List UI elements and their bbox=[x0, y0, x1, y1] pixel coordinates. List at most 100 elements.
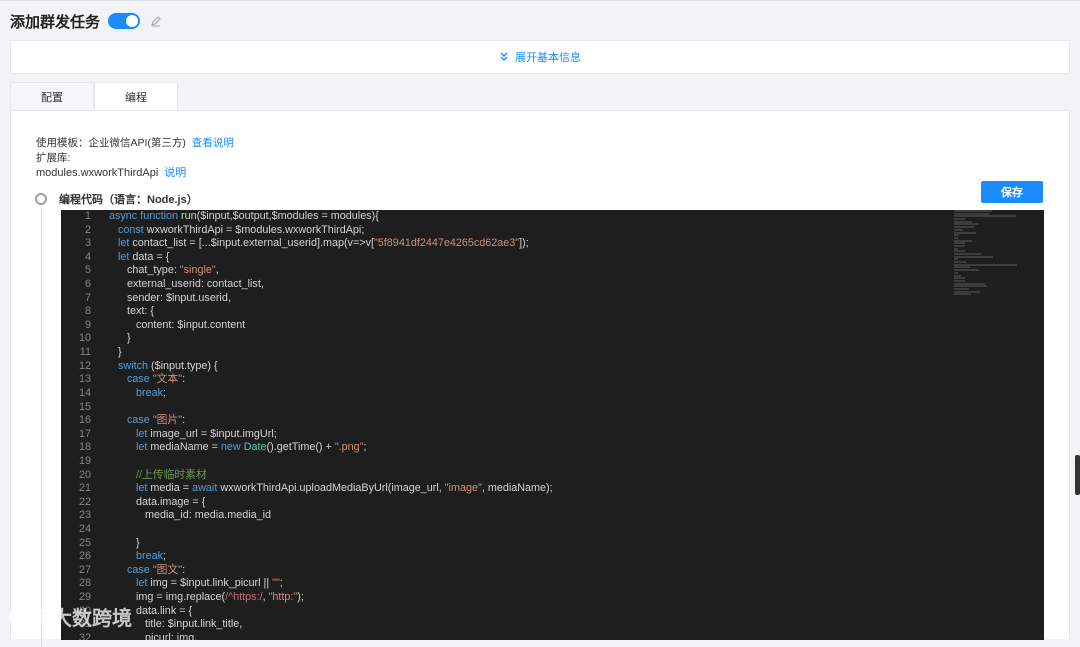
code-line[interactable]: 13 case "文本": bbox=[61, 373, 553, 387]
module-doc-link[interactable]: 说明 bbox=[164, 167, 186, 179]
line-number: 17 bbox=[78, 427, 91, 440]
top-border bbox=[0, 0, 1080, 1]
page-scrollbar[interactable] bbox=[1075, 455, 1080, 495]
minimap-line bbox=[954, 218, 965, 221]
code-text: sender: $input.userid, bbox=[109, 291, 231, 304]
line-number: 12 bbox=[78, 359, 91, 372]
minimap-line bbox=[954, 228, 964, 231]
line-number: 3 bbox=[84, 237, 91, 250]
minimap-line bbox=[954, 210, 992, 212]
code-line[interactable]: 30 data.link = { bbox=[61, 605, 553, 619]
tab-config[interactable]: 配置 bbox=[10, 82, 94, 112]
code-line[interactable]: 31 title: $input.link_title, bbox=[61, 618, 553, 632]
code-text: let data = { bbox=[118, 250, 170, 263]
code-line[interactable]: 19 bbox=[61, 455, 553, 469]
save-button[interactable]: 保存 bbox=[981, 181, 1043, 203]
line-number: 5 bbox=[84, 264, 91, 277]
edit-pencil-icon[interactable] bbox=[150, 15, 162, 27]
minimap-line bbox=[954, 263, 1017, 266]
minimap-line bbox=[954, 223, 980, 226]
module-name: modules.wxworkThirdApi bbox=[36, 167, 159, 179]
enable-toggle[interactable] bbox=[108, 13, 141, 29]
page-header: 添加群发任务 bbox=[10, 8, 162, 34]
code-line[interactable]: 25 } bbox=[61, 537, 553, 551]
line-number: 9 bbox=[84, 318, 91, 331]
code-line[interactable]: 6 external_userid: contact_list, bbox=[61, 278, 553, 292]
minimap-line bbox=[954, 279, 966, 282]
code-text: } bbox=[109, 346, 122, 359]
code-text: const wxworkThirdApi = $modules.wxworkTh… bbox=[118, 223, 365, 236]
code-line[interactable]: 24 bbox=[61, 523, 553, 537]
ext-label: 扩展库: bbox=[36, 152, 71, 164]
timeline-dot-icon bbox=[35, 193, 47, 205]
code-line[interactable]: 27 case "图文": bbox=[61, 564, 553, 578]
minimap-line bbox=[954, 258, 958, 261]
minimap-line bbox=[954, 231, 977, 234]
line-number: 2 bbox=[84, 223, 91, 236]
code-minimap[interactable] bbox=[954, 210, 1026, 296]
code-line[interactable]: 29 img = img.replace(/^https:/, "http:")… bbox=[61, 591, 553, 605]
code-line[interactable]: 18 let mediaName = new Date().getTime() … bbox=[61, 441, 553, 455]
code-text: let mediaName = new Date().getTime() + "… bbox=[136, 441, 367, 454]
minimap-line bbox=[954, 271, 958, 274]
timeline-line bbox=[41, 207, 42, 647]
code-line[interactable]: 1 async function run($input,$output,$modu… bbox=[61, 210, 553, 224]
code-line[interactable]: 7 sender: $input.userid, bbox=[61, 292, 553, 306]
code-text: async function run($input,$output,$modul… bbox=[109, 210, 379, 222]
line-number: 11 bbox=[79, 346, 91, 359]
minimap-line bbox=[954, 220, 973, 223]
minimap-line bbox=[954, 236, 958, 239]
minimap-line bbox=[954, 244, 965, 247]
code-lines[interactable]: 1 async function run($input,$output,$modu… bbox=[61, 210, 553, 640]
code-line[interactable]: 10 } bbox=[61, 332, 553, 346]
code-line[interactable]: 5 chat_type: "single", bbox=[61, 264, 553, 278]
code-line[interactable]: 3 let contact_list = [...$input.external… bbox=[61, 237, 553, 251]
line-number: 7 bbox=[84, 291, 91, 304]
code-line[interactable]: 4 let data = { bbox=[61, 251, 553, 265]
minimap-line bbox=[954, 290, 980, 293]
minimap-line bbox=[954, 247, 958, 250]
code-line[interactable]: 8 text: { bbox=[61, 305, 553, 319]
line-number: 24 bbox=[78, 523, 91, 536]
code-line[interactable]: 20 //上传临时素材 bbox=[61, 469, 553, 483]
code-line[interactable]: 28 let img = $input.link_picurl || ""; bbox=[61, 577, 553, 591]
minimap-line bbox=[954, 293, 971, 296]
minimap-line bbox=[954, 234, 959, 237]
code-text: media_id: media.media_id bbox=[109, 509, 272, 522]
minimap-line bbox=[954, 269, 980, 272]
line-number: 20 bbox=[78, 468, 91, 481]
line-number: 27 bbox=[78, 563, 91, 576]
code-text: text: { bbox=[109, 305, 155, 318]
code-line[interactable]: 11 } bbox=[61, 346, 553, 360]
code-line[interactable]: 16 case "图片": bbox=[61, 414, 553, 428]
code-line[interactable]: 22 data.image = { bbox=[61, 496, 553, 510]
tab-programming[interactable]: 编程 bbox=[94, 82, 178, 112]
code-text: let img = $input.link_picurl || ""; bbox=[136, 577, 283, 590]
line-number: 13 bbox=[78, 373, 91, 386]
code-line[interactable]: 26 break; bbox=[61, 550, 553, 564]
line-number: 23 bbox=[78, 509, 91, 522]
code-text: } bbox=[109, 332, 131, 345]
code-editor[interactable]: 1 async function run($input,$output,$modu… bbox=[61, 210, 1044, 640]
code-line[interactable]: 23 media_id: media.media_id bbox=[61, 509, 553, 523]
code-line[interactable]: 9 content: $input.content bbox=[61, 319, 553, 333]
minimap-line bbox=[954, 242, 966, 245]
watermark: 大数跨境 bbox=[8, 602, 132, 631]
line-number: 6 bbox=[84, 278, 91, 291]
toggle-knob bbox=[126, 15, 139, 27]
code-line[interactable]: 2 const wxworkThirdApi = $modules.wxwork… bbox=[61, 224, 553, 238]
code-line[interactable]: 32 picurl: img, bbox=[61, 632, 553, 640]
code-line[interactable]: 21 let media = await wxworkThirdApi.uplo… bbox=[61, 482, 553, 496]
expand-basic-info[interactable]: 展开基本信息 bbox=[10, 40, 1070, 74]
view-doc-link[interactable]: 查看说明 bbox=[192, 137, 234, 149]
code-line[interactable]: 14 break; bbox=[61, 387, 553, 401]
code-text: } bbox=[109, 536, 140, 549]
code-text: break; bbox=[136, 550, 167, 563]
minimap-line bbox=[954, 212, 989, 215]
code-line[interactable]: 17 let image_url = $input.imgUrl; bbox=[61, 428, 553, 442]
watermark-text: 大数跨境 bbox=[52, 608, 132, 630]
minimap-line bbox=[954, 239, 972, 242]
code-line[interactable]: 15 bbox=[61, 401, 553, 415]
code-text: case "图文": bbox=[127, 563, 186, 576]
code-line[interactable]: 12 switch ($input.type) { bbox=[61, 360, 553, 374]
